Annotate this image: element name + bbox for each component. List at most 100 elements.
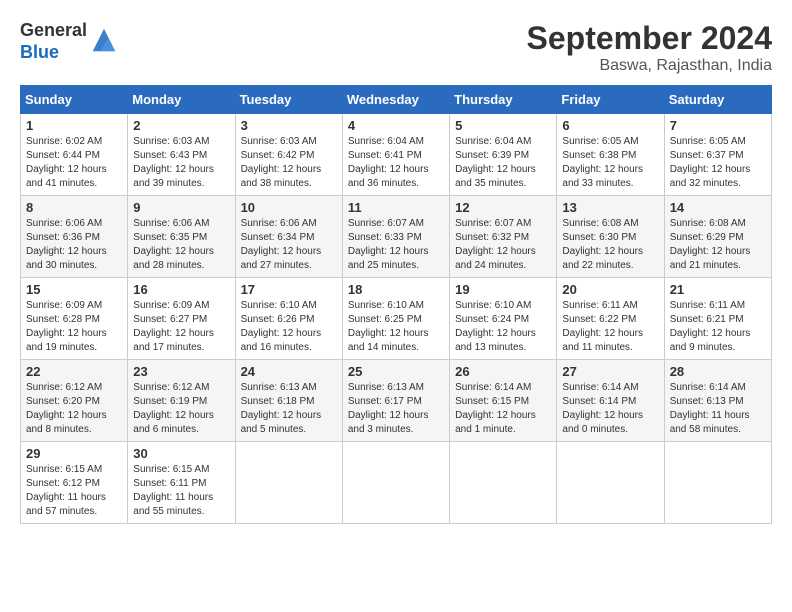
day-info: Sunrise: 6:08 AMSunset: 6:29 PMDaylight:…	[670, 218, 751, 271]
day-number: 24	[241, 364, 337, 379]
table-row: 6 Sunrise: 6:05 AMSunset: 6:38 PMDayligh…	[557, 114, 664, 196]
day-info: Sunrise: 6:15 AMSunset: 6:11 PMDaylight:…	[133, 464, 213, 517]
month-year-title: September 2024	[527, 20, 772, 57]
day-info: Sunrise: 6:11 AMSunset: 6:21 PMDaylight:…	[670, 300, 751, 353]
day-number: 4	[348, 118, 444, 133]
calendar-week-row: 22 Sunrise: 6:12 AMSunset: 6:20 PMDaylig…	[21, 360, 772, 442]
day-number: 19	[455, 282, 551, 297]
day-info: Sunrise: 6:07 AMSunset: 6:32 PMDaylight:…	[455, 218, 536, 271]
table-row: 29 Sunrise: 6:15 AMSunset: 6:12 PMDaylig…	[21, 442, 128, 524]
calendar-week-row: 15 Sunrise: 6:09 AMSunset: 6:28 PMDaylig…	[21, 278, 772, 360]
calendar-week-row: 8 Sunrise: 6:06 AMSunset: 6:36 PMDayligh…	[21, 196, 772, 278]
header-saturday: Saturday	[664, 86, 771, 114]
table-row: 12 Sunrise: 6:07 AMSunset: 6:32 PMDaylig…	[450, 196, 557, 278]
table-row	[664, 442, 771, 524]
calendar-table: Sunday Monday Tuesday Wednesday Thursday…	[20, 85, 772, 524]
table-row: 10 Sunrise: 6:06 AMSunset: 6:34 PMDaylig…	[235, 196, 342, 278]
table-row: 25 Sunrise: 6:13 AMSunset: 6:17 PMDaylig…	[342, 360, 449, 442]
title-section: September 2024 Baswa, Rajasthan, India	[527, 20, 772, 75]
logo: General Blue	[20, 20, 119, 63]
day-number: 30	[133, 446, 229, 461]
table-row	[342, 442, 449, 524]
day-info: Sunrise: 6:06 AMSunset: 6:35 PMDaylight:…	[133, 218, 214, 271]
table-row: 9 Sunrise: 6:06 AMSunset: 6:35 PMDayligh…	[128, 196, 235, 278]
day-number: 27	[562, 364, 658, 379]
day-number: 1	[26, 118, 122, 133]
table-row: 27 Sunrise: 6:14 AMSunset: 6:14 PMDaylig…	[557, 360, 664, 442]
table-row	[557, 442, 664, 524]
location-subtitle: Baswa, Rajasthan, India	[527, 57, 772, 75]
table-row: 26 Sunrise: 6:14 AMSunset: 6:15 PMDaylig…	[450, 360, 557, 442]
day-info: Sunrise: 6:04 AMSunset: 6:41 PMDaylight:…	[348, 136, 429, 189]
page-header: General Blue September 2024 Baswa, Rajas…	[20, 20, 772, 75]
day-info: Sunrise: 6:05 AMSunset: 6:37 PMDaylight:…	[670, 136, 751, 189]
day-number: 8	[26, 200, 122, 215]
day-number: 26	[455, 364, 551, 379]
table-row: 24 Sunrise: 6:13 AMSunset: 6:18 PMDaylig…	[235, 360, 342, 442]
header-wednesday: Wednesday	[342, 86, 449, 114]
day-info: Sunrise: 6:05 AMSunset: 6:38 PMDaylight:…	[562, 136, 643, 189]
day-info: Sunrise: 6:14 AMSunset: 6:15 PMDaylight:…	[455, 382, 536, 435]
table-row: 14 Sunrise: 6:08 AMSunset: 6:29 PMDaylig…	[664, 196, 771, 278]
day-number: 10	[241, 200, 337, 215]
day-number: 14	[670, 200, 766, 215]
table-row: 23 Sunrise: 6:12 AMSunset: 6:19 PMDaylig…	[128, 360, 235, 442]
header-sunday: Sunday	[21, 86, 128, 114]
day-info: Sunrise: 6:08 AMSunset: 6:30 PMDaylight:…	[562, 218, 643, 271]
table-row: 11 Sunrise: 6:07 AMSunset: 6:33 PMDaylig…	[342, 196, 449, 278]
calendar-header-row: Sunday Monday Tuesday Wednesday Thursday…	[21, 86, 772, 114]
table-row: 8 Sunrise: 6:06 AMSunset: 6:36 PMDayligh…	[21, 196, 128, 278]
table-row: 28 Sunrise: 6:14 AMSunset: 6:13 PMDaylig…	[664, 360, 771, 442]
table-row: 5 Sunrise: 6:04 AMSunset: 6:39 PMDayligh…	[450, 114, 557, 196]
calendar-week-row: 1 Sunrise: 6:02 AMSunset: 6:44 PMDayligh…	[21, 114, 772, 196]
header-tuesday: Tuesday	[235, 86, 342, 114]
table-row	[450, 442, 557, 524]
day-number: 7	[670, 118, 766, 133]
day-info: Sunrise: 6:09 AMSunset: 6:27 PMDaylight:…	[133, 300, 214, 353]
day-info: Sunrise: 6:12 AMSunset: 6:19 PMDaylight:…	[133, 382, 214, 435]
logo-blue: Blue	[20, 42, 59, 62]
day-number: 29	[26, 446, 122, 461]
header-thursday: Thursday	[450, 86, 557, 114]
day-number: 21	[670, 282, 766, 297]
day-info: Sunrise: 6:11 AMSunset: 6:22 PMDaylight:…	[562, 300, 643, 353]
day-info: Sunrise: 6:12 AMSunset: 6:20 PMDaylight:…	[26, 382, 107, 435]
day-info: Sunrise: 6:03 AMSunset: 6:42 PMDaylight:…	[241, 136, 322, 189]
day-info: Sunrise: 6:04 AMSunset: 6:39 PMDaylight:…	[455, 136, 536, 189]
day-number: 6	[562, 118, 658, 133]
table-row: 21 Sunrise: 6:11 AMSunset: 6:21 PMDaylig…	[664, 278, 771, 360]
table-row: 13 Sunrise: 6:08 AMSunset: 6:30 PMDaylig…	[557, 196, 664, 278]
day-number: 2	[133, 118, 229, 133]
table-row: 3 Sunrise: 6:03 AMSunset: 6:42 PMDayligh…	[235, 114, 342, 196]
calendar-week-row: 29 Sunrise: 6:15 AMSunset: 6:12 PMDaylig…	[21, 442, 772, 524]
day-number: 3	[241, 118, 337, 133]
table-row: 30 Sunrise: 6:15 AMSunset: 6:11 PMDaylig…	[128, 442, 235, 524]
day-info: Sunrise: 6:07 AMSunset: 6:33 PMDaylight:…	[348, 218, 429, 271]
table-row: 2 Sunrise: 6:03 AMSunset: 6:43 PMDayligh…	[128, 114, 235, 196]
day-number: 5	[455, 118, 551, 133]
table-row: 17 Sunrise: 6:10 AMSunset: 6:26 PMDaylig…	[235, 278, 342, 360]
day-number: 11	[348, 200, 444, 215]
day-info: Sunrise: 6:13 AMSunset: 6:17 PMDaylight:…	[348, 382, 429, 435]
logo-general: General	[20, 20, 87, 40]
day-info: Sunrise: 6:15 AMSunset: 6:12 PMDaylight:…	[26, 464, 106, 517]
day-info: Sunrise: 6:02 AMSunset: 6:44 PMDaylight:…	[26, 136, 107, 189]
day-info: Sunrise: 6:14 AMSunset: 6:13 PMDaylight:…	[670, 382, 750, 435]
header-friday: Friday	[557, 86, 664, 114]
day-info: Sunrise: 6:10 AMSunset: 6:25 PMDaylight:…	[348, 300, 429, 353]
day-info: Sunrise: 6:09 AMSunset: 6:28 PMDaylight:…	[26, 300, 107, 353]
day-number: 23	[133, 364, 229, 379]
logo-icon	[89, 25, 119, 55]
day-info: Sunrise: 6:10 AMSunset: 6:24 PMDaylight:…	[455, 300, 536, 353]
day-number: 20	[562, 282, 658, 297]
table-row: 20 Sunrise: 6:11 AMSunset: 6:22 PMDaylig…	[557, 278, 664, 360]
day-number: 15	[26, 282, 122, 297]
day-number: 9	[133, 200, 229, 215]
table-row: 7 Sunrise: 6:05 AMSunset: 6:37 PMDayligh…	[664, 114, 771, 196]
day-info: Sunrise: 6:03 AMSunset: 6:43 PMDaylight:…	[133, 136, 214, 189]
table-row: 1 Sunrise: 6:02 AMSunset: 6:44 PMDayligh…	[21, 114, 128, 196]
day-number: 22	[26, 364, 122, 379]
day-number: 25	[348, 364, 444, 379]
header-monday: Monday	[128, 86, 235, 114]
table-row: 4 Sunrise: 6:04 AMSunset: 6:41 PMDayligh…	[342, 114, 449, 196]
